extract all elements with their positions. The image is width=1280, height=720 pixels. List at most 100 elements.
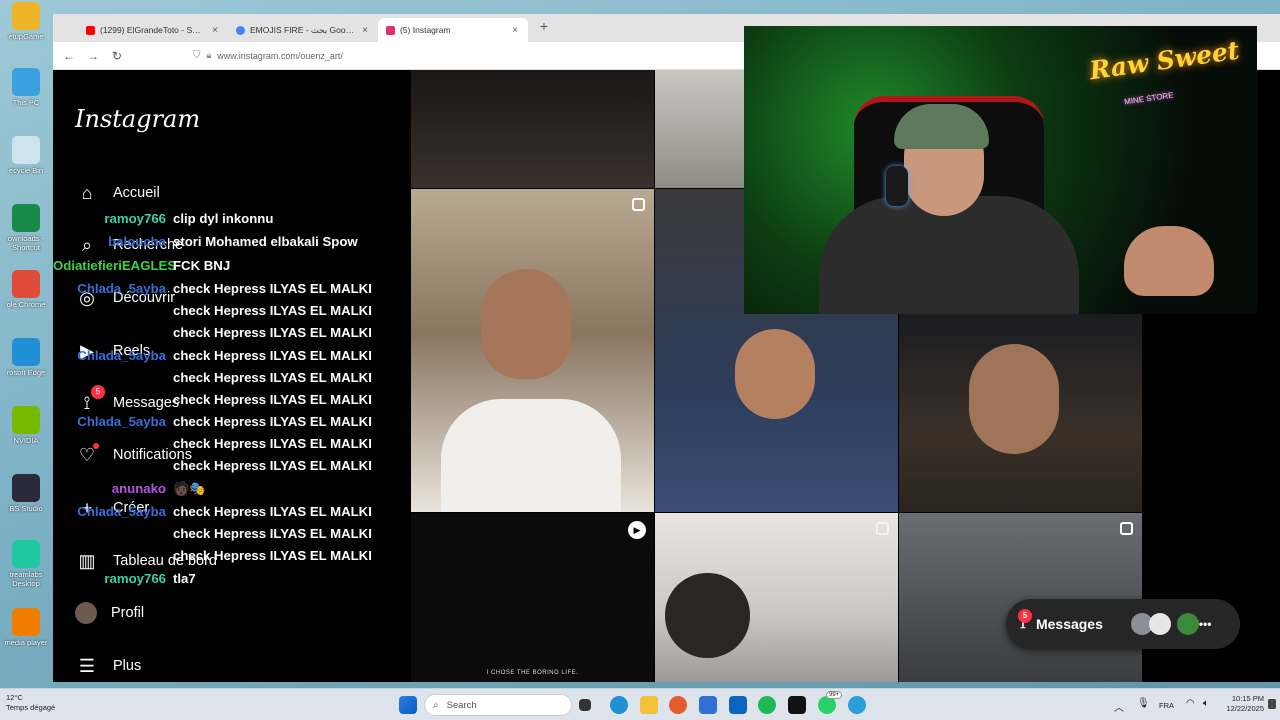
post-tile[interactable] bbox=[899, 314, 1142, 512]
webcam-overlay: Raw Sweet MINE STORE bbox=[744, 26, 1257, 314]
tab-youtube[interactable]: (1299) ElGrandeToto - Sarcelles × bbox=[78, 18, 228, 42]
desktop-icon[interactable]: ecycle Bin bbox=[0, 136, 52, 175]
nav-badge: 5 bbox=[91, 385, 105, 399]
desktop-icon-label: ownloads - Shortcut bbox=[7, 234, 45, 252]
post-tile[interactable] bbox=[655, 513, 898, 682]
desktop-icons: etupGame This PC ecycle Bin ownloads - Shor… bbox=[0, 0, 52, 680]
desktop-icon[interactable]: BS Studio bbox=[0, 474, 52, 513]
desktop-icon[interactable]: etupGame bbox=[0, 2, 52, 41]
desktop-icon-label: treamlabs Desktop bbox=[9, 570, 43, 588]
language-indicator[interactable]: FRA bbox=[1159, 701, 1174, 710]
shield-icon: ⛉ bbox=[193, 50, 201, 61]
desktop-icon[interactable]: NVIDIA bbox=[0, 406, 52, 445]
desktop-icon-label: rosoft Edge bbox=[6, 368, 46, 377]
post-tile[interactable] bbox=[411, 70, 654, 188]
microphone-icon[interactable]: 🎙︎ bbox=[1137, 698, 1150, 709]
instagram-logo[interactable]: Instagram bbox=[75, 105, 200, 133]
messages-badge: 5 bbox=[1017, 609, 1032, 623]
desktop-icon-label: NVIDIA bbox=[13, 436, 39, 445]
outlook-icon[interactable] bbox=[729, 696, 747, 714]
lock-icon: 🔒︎ bbox=[206, 50, 212, 60]
avatar bbox=[1176, 613, 1199, 635]
chevron-up-icon[interactable]: ︿ bbox=[1114, 699, 1124, 714]
streamer-hand bbox=[1124, 226, 1214, 296]
reload-icon[interactable]: ↻ bbox=[109, 49, 125, 63]
firefox-icon[interactable] bbox=[669, 696, 687, 714]
nav-item-notifications[interactable]: ♡ Notifications bbox=[75, 442, 192, 468]
task-view-icon[interactable] bbox=[579, 699, 591, 711]
forward-icon[interactable]: → bbox=[85, 49, 101, 63]
nav-label: Reels bbox=[113, 343, 151, 359]
volume-icon[interactable]: 🔈︎ bbox=[1203, 698, 1209, 709]
nav-item-accueil[interactable]: ⌂ Accueil bbox=[75, 180, 160, 206]
reels-icon: ▶ bbox=[80, 340, 94, 361]
post-tile[interactable] bbox=[411, 189, 654, 512]
nav-item-recherche[interactable]: ⌕ Recherche bbox=[75, 232, 183, 258]
telegram-icon[interactable] bbox=[848, 696, 866, 714]
close-icon[interactable]: × bbox=[210, 25, 220, 36]
app-icon bbox=[12, 136, 40, 164]
tab-google[interactable]: EMOJIS FIRE - بحث Google × bbox=[228, 18, 378, 42]
edge-icon[interactable] bbox=[610, 696, 628, 714]
search-icon: ⌕ bbox=[81, 234, 93, 255]
new-tab-button[interactable]: + bbox=[536, 18, 552, 38]
clock-date: 12/22/2025 bbox=[1226, 704, 1264, 713]
nav-item-reels[interactable]: ▶ Reels bbox=[75, 338, 150, 364]
url-field[interactable]: ⛉ 🔒︎ www.instagram.com/ouenz_art/ bbox=[193, 50, 343, 61]
app-icon bbox=[12, 406, 40, 434]
start-icon[interactable] bbox=[399, 696, 417, 714]
messenger-icon: ⟟ 5 bbox=[1017, 609, 1032, 633]
person-photo bbox=[969, 344, 1059, 454]
instagram-icon bbox=[386, 25, 395, 35]
more-icon[interactable]: ••• bbox=[1199, 617, 1212, 631]
clock[interactable]: 10:15 PM 12/22/2025 bbox=[1224, 694, 1264, 714]
app-icon bbox=[12, 68, 40, 96]
wifi-icon[interactable]: ◠ bbox=[1186, 698, 1195, 709]
nav-label: Messages bbox=[113, 395, 180, 411]
desktop-icon[interactable]: media player bbox=[0, 608, 52, 647]
spotify-icon[interactable] bbox=[758, 696, 776, 714]
notification-icon[interactable] bbox=[1268, 699, 1276, 709]
desktop-icon[interactable]: This PC bbox=[0, 68, 52, 107]
close-icon[interactable]: × bbox=[360, 25, 370, 36]
post-tile[interactable]: ▶ I CHOSE THE BORING LIFE. bbox=[411, 513, 654, 682]
carousel-icon bbox=[632, 198, 645, 211]
carousel-icon bbox=[876, 522, 889, 535]
nav-item-messages[interactable]: ⟟ 5 Messages bbox=[75, 385, 180, 416]
person-photo bbox=[665, 573, 750, 658]
url-text: www.instagram.com/ouenz_art/ bbox=[217, 50, 343, 61]
avatar-icon bbox=[75, 602, 97, 624]
nav-item-profil[interactable]: Profil bbox=[75, 600, 144, 626]
desktop-icon[interactable]: treamlabs Desktop bbox=[0, 540, 52, 588]
youtube-icon bbox=[86, 25, 95, 35]
messages-label: Messages bbox=[1035, 616, 1103, 632]
desktop-icon[interactable]: gle Chrome bbox=[0, 270, 52, 309]
desktop-icon[interactable]: rosoft Edge bbox=[0, 338, 52, 377]
plus-icon: + bbox=[81, 497, 93, 518]
weather-widget[interactable]: 12°C Temps dégagé bbox=[6, 693, 55, 713]
taskbar-search[interactable]: ⌕ Search bbox=[424, 694, 572, 716]
tab-title: (1299) ElGrandeToto - Sarcelles bbox=[100, 25, 205, 35]
nav-item-tableau de bord[interactable]: ▥ Tableau de bord bbox=[75, 548, 217, 574]
neon-sign: Raw Sweet bbox=[1087, 35, 1242, 86]
desktop-icon[interactable]: ownloads - Shortcut bbox=[0, 204, 52, 252]
messages-drawer-button[interactable]: ⟟ 5 Messages ••• bbox=[1006, 599, 1240, 649]
instagram-sidebar: Instagram ⌂ Accueil ⌕ Recherche ◎ Découvrir ▶ R… bbox=[53, 70, 411, 682]
close-icon[interactable]: × bbox=[510, 25, 520, 36]
home-icon: ⌂ bbox=[81, 182, 93, 203]
back-icon[interactable]: ← bbox=[61, 49, 77, 63]
dashboard-icon: ▥ bbox=[78, 550, 96, 571]
nav-item-plus[interactable]: ☰ Plus bbox=[75, 653, 141, 679]
capcut-icon[interactable] bbox=[788, 696, 806, 714]
store-icon[interactable] bbox=[699, 696, 717, 714]
tab-instagram[interactable]: (5) Instagram × bbox=[378, 18, 528, 42]
nav-label: Tableau de bord bbox=[113, 553, 217, 569]
nav-item-créer[interactable]: + Créer bbox=[75, 495, 150, 521]
nav-item-découvrir[interactable]: ◎ Découvrir bbox=[75, 285, 175, 311]
explorer-icon[interactable] bbox=[640, 696, 658, 714]
app-icon bbox=[12, 204, 40, 232]
bathrobe bbox=[441, 399, 621, 512]
nav-label: Créer bbox=[113, 500, 150, 516]
desktop-icon-label: gle Chrome bbox=[6, 300, 46, 309]
post-tile[interactable] bbox=[899, 513, 1142, 682]
